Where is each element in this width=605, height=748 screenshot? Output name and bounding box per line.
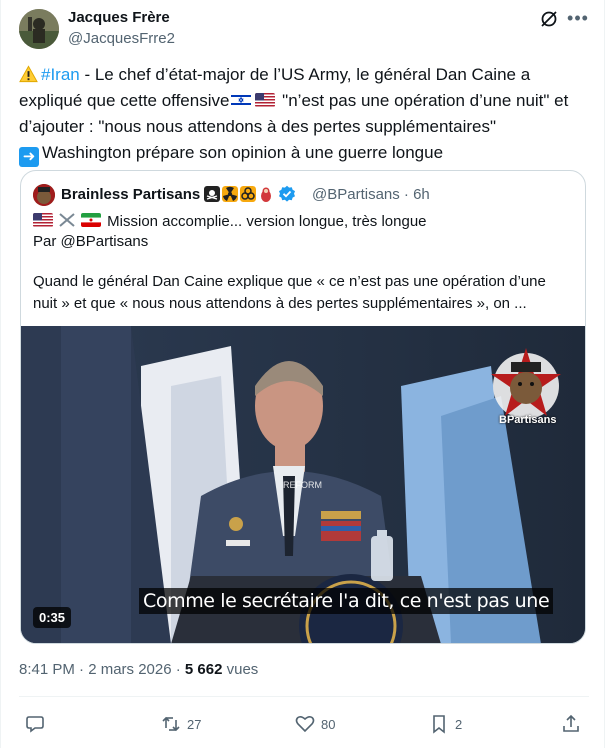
biohazard-icon [240, 186, 256, 202]
crossed-swords-icon [57, 213, 77, 227]
author-avatar[interactable] [19, 9, 59, 49]
us-flag [33, 213, 53, 227]
quoted-line-1: Mission accomplie... version longue, trè… [33, 212, 427, 232]
quoted-paragraph-line-1: Quand le général Dan Caine explique que … [33, 273, 546, 290]
us-flag [255, 93, 276, 107]
svg-text:REFORM: REFORM [283, 480, 322, 490]
views-count: 5 662 [184, 661, 223, 678]
tweet-card: Jacques Frère @JacquesFrre2 ••• #Iran - … [0, 0, 605, 748]
author-handle[interactable]: @JacquesFrre2 [68, 30, 175, 47]
share-button[interactable] [561, 712, 581, 736]
views-label: vues [222, 661, 259, 678]
like-button[interactable]: 80 [295, 712, 335, 736]
tweet-line-2a: expliqué que cette offensive [19, 91, 230, 110]
reply-icon [26, 716, 44, 733]
verified-badge-icon [279, 185, 295, 202]
hashtag-link[interactable]: #Iran [41, 65, 80, 84]
nesting-doll-icon [261, 187, 271, 202]
tweet-line-4: Washington prépare son opinion à une gue… [42, 143, 444, 162]
repost-icon [162, 716, 180, 732]
bookmark-icon [433, 715, 445, 734]
video-subtitle: Comme le secrétaire l'a dit, ce n'est pa… [139, 588, 554, 614]
quoted-author-badges [204, 185, 296, 205]
tweet-timestamp[interactable]: 8:41 PM · 2 mars 2026 · [19, 661, 185, 678]
tweet-line-3: d’ajouter : "nous nous attendons à des p… [19, 117, 497, 136]
divider [19, 696, 589, 697]
repost-count: 27 [187, 716, 202, 732]
grok-icon[interactable] [539, 9, 559, 29]
tweet-line-2b: "n’est pas une opération d’une nuit" et [277, 91, 569, 110]
more-options-icon[interactable]: ••• [567, 8, 589, 28]
quoted-author-handle[interactable]: @BPartisans · 6h [312, 186, 430, 203]
israel-flag [231, 93, 252, 107]
pirate-flag-icon [204, 186, 220, 202]
tweet-meta: 8:41 PM · 2 mars 2026 · 5 662 vues [19, 661, 258, 678]
author-name[interactable]: Jacques Frère [68, 9, 170, 26]
quoted-author-avatar[interactable] [33, 184, 55, 206]
bookmark-button[interactable]: 2 [429, 712, 462, 736]
tweet-line-1: - Le chef d’état-major de l’US Army, le … [79, 65, 531, 84]
heart-icon [295, 715, 315, 733]
warning-icon [19, 65, 38, 83]
radioactive-icon [222, 186, 238, 202]
right-arrow-icon: ➜ [19, 147, 39, 167]
video-duration-badge: 0:35 [33, 607, 72, 628]
quoted-line-2: Par @BPartisans [33, 233, 149, 250]
share-icon [563, 714, 579, 732]
tweet-text: #Iran - Le chef d’état-major de l’US Arm… [19, 62, 591, 167]
quoted-line-1-text: Mission accomplie... version longue, trè… [107, 213, 427, 230]
quoted-author-name[interactable]: Brainless Partisans [61, 186, 200, 203]
reply-button[interactable] [25, 712, 51, 736]
quoted-paragraph: Quand le général Dan Caine explique que … [33, 271, 573, 315]
video-watermark: BPartisans [499, 414, 557, 426]
iran-flag [81, 213, 101, 227]
bookmark-count: 2 [455, 716, 463, 732]
quoted-paragraph-line-2: nuit » et que « nous nous attendons à de… [33, 295, 527, 312]
video-player[interactable]: REFORM BPartisans Comme le secrétaire l'… [21, 326, 585, 643]
quoted-tweet[interactable]: Brainless Partisans @BPartisans · 6h Mis… [20, 170, 586, 644]
like-count: 80 [321, 716, 336, 732]
repost-button[interactable]: 27 [161, 712, 201, 736]
